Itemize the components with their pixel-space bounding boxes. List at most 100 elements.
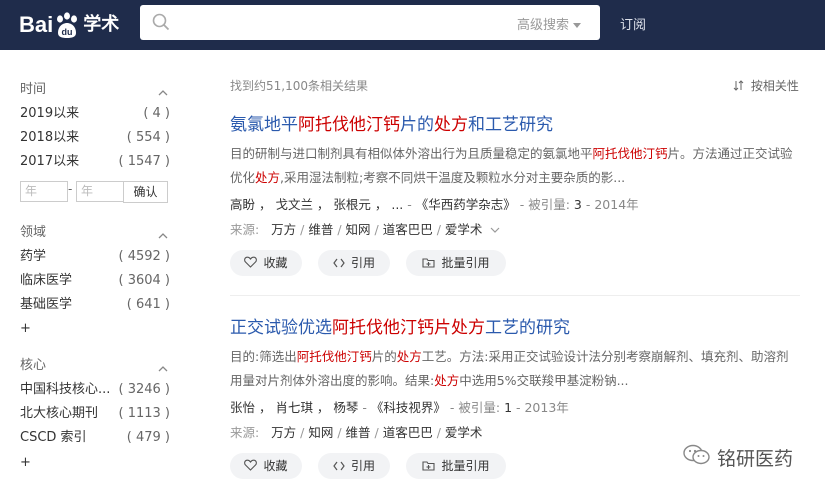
source-link[interactable]: 维普 (346, 425, 371, 440)
text-segment: 氨氯地平 (230, 115, 298, 135)
result-journal[interactable]: 《科技视界》 (371, 400, 446, 415)
heart-icon (244, 251, 258, 277)
facet-item-2018[interactable]: 2018以来 ( 554 ) (20, 128, 170, 148)
year-range-separator: - (68, 182, 73, 196)
code-icon (333, 251, 345, 277)
facet-item-2017[interactable]: 2017以来 ( 1547 ) (20, 152, 170, 172)
year-from-input[interactable]: 年 (20, 181, 68, 202)
facet-item-label: 中国科技核心... (20, 382, 111, 397)
top-header: Bai du 学术 高级搜索 订阅 (0, 0, 825, 50)
source-link[interactable]: 万方 (271, 425, 296, 440)
highlight-term: 处方 (255, 170, 281, 185)
batch-cite-button[interactable]: 批量引用 (406, 453, 506, 479)
cite-button[interactable]: 引用 (318, 453, 390, 479)
year-confirm-button[interactable]: 确认 (123, 181, 168, 203)
facet-item-count: ( 1113 ) (118, 406, 171, 421)
text-segment: ,采用湿法制粒;考察不同烘干温度及颗粒水分对主要杂质的影... (280, 170, 626, 185)
result-count: 找到约51,100条相关结果 (230, 79, 368, 93)
facet-item-cstpcd[interactable]: 中国科技核心... ( 3246 ) (20, 380, 170, 400)
wechat-watermark: 铭研医药 (683, 444, 793, 471)
source-link[interactable]: 知网 (346, 222, 371, 237)
collect-label: 收藏 (263, 459, 288, 473)
search-input[interactable] (180, 11, 534, 35)
source-link[interactable]: 道客巴巴 (383, 425, 433, 440)
sort-label: 按相关性 (750, 79, 799, 93)
source-label: 来源: (230, 222, 260, 237)
facet-item-pharmacy[interactable]: 药学 ( 4592 ) (20, 247, 170, 267)
highlight-term: 阿托伐他汀钙 (296, 349, 372, 364)
highlight-term: 处方 (434, 373, 460, 388)
logo-text-xueshu: 学术 (83, 14, 120, 35)
sort-by-relevance[interactable]: 按相关性 (733, 77, 799, 94)
text-segment: 目的研制与进口制剂具有相似体外溶出行为且质量稳定的氨氯地平 (230, 146, 593, 161)
facet-item-count: ( 1547 ) (118, 154, 171, 169)
result-title-link[interactable]: 氨氯地平阿托伐他汀钙片的处方和工艺研究 (230, 110, 805, 135)
search-box: 高级搜索 (140, 5, 600, 40)
result-title-link[interactable]: 正交试验优选阿托伐他汀钙片处方工艺的研究 (230, 313, 805, 338)
folder-plus-icon (422, 454, 436, 480)
chevron-up-icon[interactable] (158, 224, 168, 239)
cited-count[interactable]: 1 (504, 400, 512, 415)
facet-more-core[interactable]: + (20, 455, 31, 470)
chevron-up-icon[interactable] (158, 357, 168, 372)
cite-label: 引用 (350, 256, 375, 270)
search-icon[interactable] (152, 13, 170, 35)
facet-item-cscd[interactable]: CSCD 索引 ( 479 ) (20, 428, 170, 448)
collect-button[interactable]: 收藏 (230, 453, 302, 479)
source-link[interactable]: 道客巴巴 (383, 222, 433, 237)
code-icon (333, 454, 345, 480)
result-meta: 张怡 ， 肖七琪 ， 杨琴 - 《科技视界》 - 被引量: 1 - 2013年 (230, 400, 569, 415)
facet-more-field[interactable]: + (20, 321, 31, 336)
result-year: 2013年 (524, 400, 569, 415)
facet-title-field: 领域 (20, 225, 47, 240)
logo-text-bai: Bai (19, 12, 54, 37)
highlight-term: 阿托伐他汀钙片处方 (332, 318, 485, 338)
advanced-search-button[interactable]: 高级搜索 (517, 14, 582, 33)
caret-down-icon (573, 23, 582, 28)
paw-icon: du (54, 11, 80, 39)
logo-text-du: du (62, 27, 73, 37)
source-link[interactable]: 万方 (271, 222, 296, 237)
folder-plus-icon (422, 251, 436, 277)
result-divider (230, 295, 800, 296)
chevron-down-icon[interactable] (486, 222, 500, 237)
chevron-up-icon[interactable] (158, 81, 168, 96)
facet-item-clinical[interactable]: 临床医学 ( 3604 ) (20, 271, 170, 291)
wechat-icon (683, 444, 711, 471)
cite-button[interactable]: 引用 (318, 250, 390, 276)
text-segment: 目的:筛选出 (230, 349, 297, 364)
source-link[interactable]: 爱学术 (445, 425, 483, 440)
facet-item-basic[interactable]: 基础医学 ( 641 ) (20, 295, 170, 315)
highlight-term: 阿托伐他汀钙 (592, 146, 668, 161)
facet-item-label: 2017以来 (20, 154, 80, 169)
source-link[interactable]: 爱学术 (445, 222, 483, 237)
cited-count[interactable]: 3 (574, 197, 582, 212)
facet-item-label: 北大核心期刊 (20, 406, 99, 421)
result-authors[interactable]: 张怡 ， 肖七琪 ， 杨琴 (230, 400, 358, 415)
result-authors[interactable]: 高盼 ， 戈文兰 ， 张根元 ， ... (230, 197, 403, 212)
facet-item-2019[interactable]: 2019以来 ( 4 ) (20, 104, 170, 124)
baidu-xueshu-logo[interactable]: Bai du 学术 (19, 9, 119, 41)
batch-cite-button[interactable]: 批量引用 (406, 250, 506, 276)
result-journal[interactable]: 《华西药学杂志》 (416, 197, 516, 212)
result-abstract: 目的:筛选出阿托伐他汀钙片的处方工艺。方法:采用正交试验设计法分别考察崩解剂、填… (230, 345, 795, 393)
sort-icon (733, 79, 751, 93)
result-year: 2014年 (594, 197, 639, 212)
source-link[interactable]: 维普 (308, 222, 333, 237)
heart-icon (244, 454, 258, 480)
facet-item-count: ( 4 ) (143, 106, 170, 121)
batch-cite-label: 批量引用 (441, 459, 490, 473)
facet-item-count: ( 3246 ) (118, 382, 171, 397)
collect-button[interactable]: 收藏 (230, 250, 302, 276)
year-to-input[interactable]: 年 (76, 181, 124, 202)
result-sources: 来源: 万方 / 知网 / 维普 / 道客巴巴 / 爱学术 (230, 425, 483, 440)
facet-item-count: ( 4592 ) (118, 249, 171, 264)
source-link[interactable]: 知网 (308, 425, 333, 440)
highlight-term: 阿托伐他汀钙 (298, 115, 400, 135)
subscribe-link[interactable]: 订阅 (620, 14, 646, 33)
cite-label: 引用 (350, 459, 375, 473)
facet-item-label: 临床医学 (20, 273, 73, 288)
facet-item-pku-core[interactable]: 北大核心期刊 ( 1113 ) (20, 404, 170, 424)
advanced-search-label: 高级搜索 (517, 18, 570, 33)
result-sources: 来源: 万方 / 维普 / 知网 / 道客巴巴 / 爱学术 (230, 219, 500, 238)
